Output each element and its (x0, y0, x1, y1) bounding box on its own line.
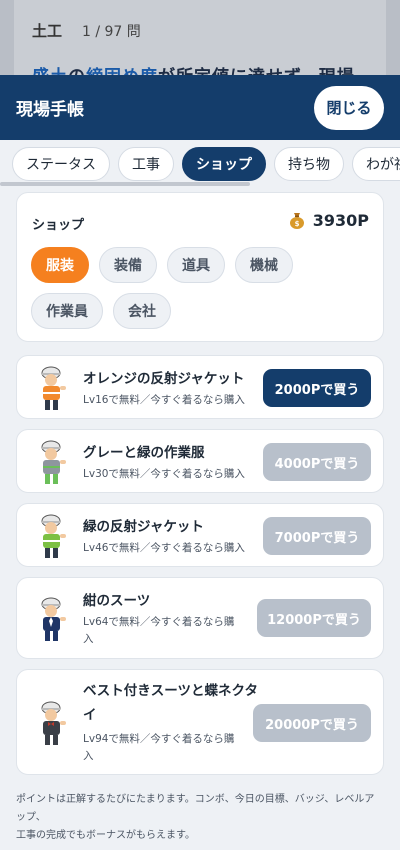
tab-status[interactable]: ステータス (12, 147, 110, 181)
shop-item: グレーと緑の作業服 Lv30で無料／今すぐ着るなら購入 4000Pで買う (16, 429, 384, 493)
shop-item: ベスト付きスーツと蝶ネクタ イ Lv94で無料／今すぐ着るなら購 入 20000… (16, 669, 384, 775)
worker-avatar-icon (41, 366, 66, 410)
item-description: Lv64で無料／今すぐ着るなら購 (83, 616, 235, 628)
item-description: Lv94で無料／今すぐ着るなら購 (83, 733, 235, 745)
worker-avatar-icon (41, 440, 66, 484)
buy-button[interactable]: 20000Pで買う (253, 704, 371, 742)
svg-text:$: $ (294, 220, 299, 228)
category-machinery[interactable]: 機械 (235, 247, 293, 283)
field-notebook-sheet: 現場手帳 閉じる ステータス 工事 ショップ 持ち物 わが社 ショップ $ 39… (0, 75, 400, 850)
shop-label: ショップ (32, 218, 85, 233)
shop-item: 紺のスーツ Lv64で無料／今すぐ着るなら購 入 12000Pで買う (16, 577, 384, 659)
background-subject: 土工 (32, 22, 63, 40)
category-company[interactable]: 会社 (113, 293, 171, 329)
item-name: グレーと緑の作業服 (83, 445, 205, 461)
points-info-line: ポイントは正解するたびにたまります。コンボ、今日の目標、バッジ、レベルアップ、 (16, 794, 375, 823)
worker-avatar-icon (41, 597, 66, 641)
shop-summary-card: ショップ $ 3930P 服装 装備 道具 機械 作業員 会社 (16, 192, 384, 342)
close-button[interactable]: 閉じる (314, 85, 384, 130)
item-description: Lv30で無料／今すぐ着るなら購入 (83, 468, 245, 480)
item-description: 入 (83, 750, 94, 762)
item-name: オレンジの反射ジャケット (83, 371, 245, 387)
tab-company[interactable]: わが社 (352, 147, 400, 181)
item-description: Lv46で無料／今すぐ着るなら購入 (83, 542, 245, 554)
buy-button[interactable]: 12000Pで買う (257, 599, 371, 637)
buy-button[interactable]: 4000Pで買う (263, 443, 371, 481)
sheet-header: 現場手帳 閉じる (0, 75, 400, 140)
item-name: 紺のスーツ (83, 593, 151, 609)
category-clothing[interactable]: 服装 (31, 247, 89, 283)
points-value: 3930P (312, 210, 369, 230)
buy-button[interactable]: 7000Pで買う (263, 517, 371, 555)
category-workers[interactable]: 作業員 (31, 293, 103, 329)
points-info-line: 工事の完成でもボーナスがもらえます。 (16, 830, 195, 841)
category-filters: 服装 装備 道具 機械 作業員 会社 (31, 247, 361, 329)
category-tools[interactable]: 道具 (167, 247, 225, 283)
item-name: イ (83, 707, 97, 723)
tab-construction[interactable]: 工事 (118, 147, 174, 181)
sheet-title: 現場手帳 (16, 100, 84, 120)
tab-inventory[interactable]: 持ち物 (274, 147, 344, 181)
tab-bar: ステータス 工事 ショップ 持ち物 わが社 (0, 140, 400, 188)
item-description: 入 (83, 633, 94, 645)
tab-scroll-indicator[interactable] (0, 182, 250, 186)
buy-button[interactable]: 2000Pで買う (263, 369, 371, 407)
shop-item: 緑の反射ジャケット Lv46で無料／今すぐ着るなら購入 7000Pで買う (16, 503, 384, 567)
tab-shop[interactable]: ショップ (182, 147, 266, 181)
shop-item: オレンジの反射ジャケット Lv16で無料／今すぐ着るなら購入 2000Pで買う (16, 355, 384, 419)
category-equipment[interactable]: 装備 (99, 247, 157, 283)
worker-avatar-icon (41, 514, 66, 558)
item-name: 緑の反射ジャケット (83, 519, 204, 535)
background-question-counter: 1 / 97 問 (82, 24, 141, 40)
worker-avatar-icon (41, 701, 66, 745)
points-info-note: ポイントは正解するたびにたまります。コンボ、今日の目標、バッジ、レベルアップ、 … (16, 791, 384, 845)
points-display: $ 3930P (287, 210, 369, 230)
money-bag-icon: $ (289, 213, 304, 229)
item-description: Lv16で無料／今すぐ着るなら購入 (83, 394, 245, 406)
item-name: ベスト付きスーツと蝶ネクタ (83, 683, 258, 699)
